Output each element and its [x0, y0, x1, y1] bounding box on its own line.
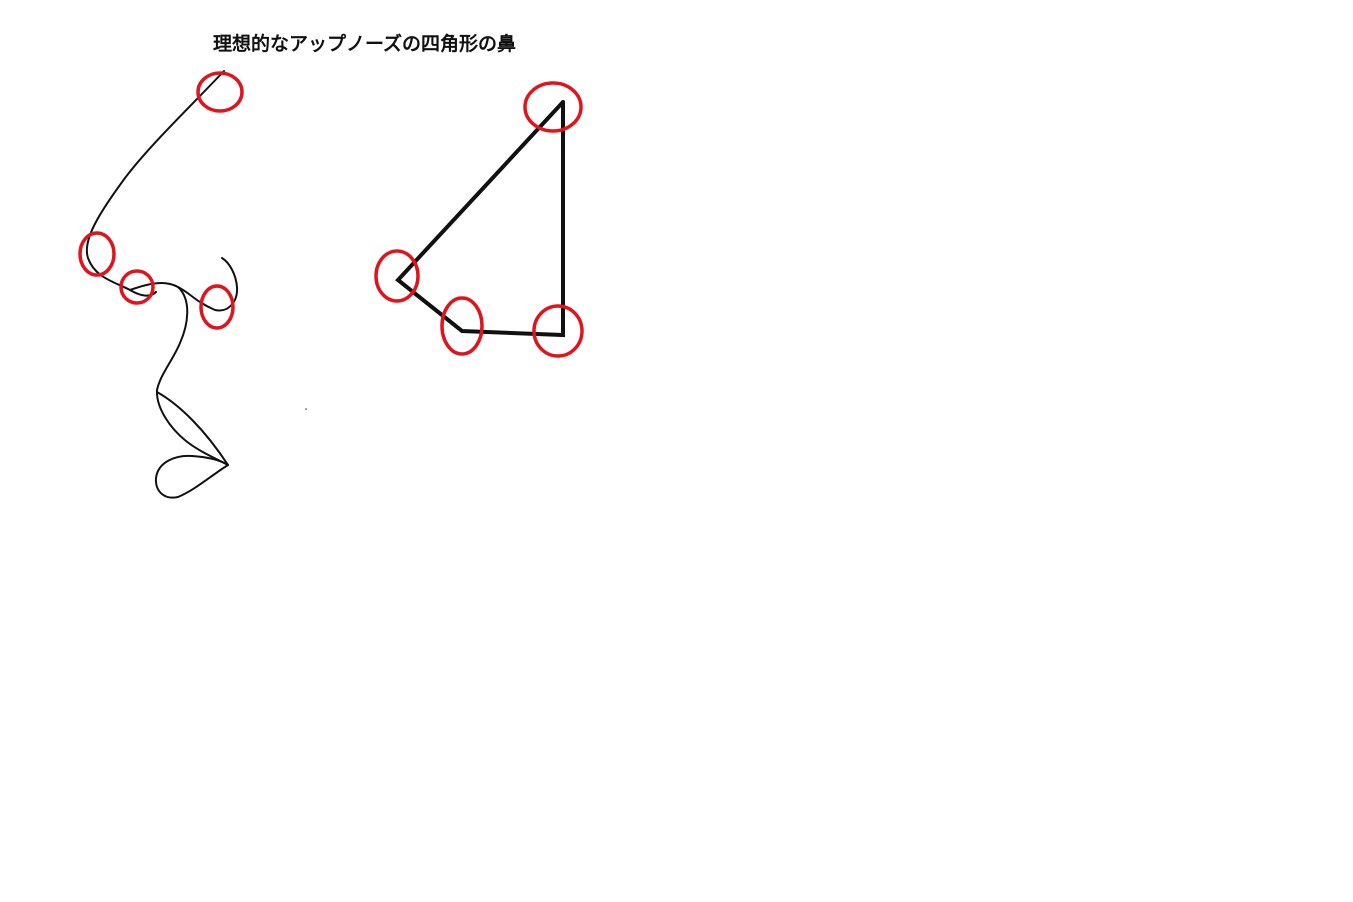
quadrilateral-diagram: [395, 100, 565, 338]
marker-base-corner: [532, 304, 584, 358]
marker-columella-corner: [440, 296, 484, 356]
marker-tip-corner: [374, 249, 420, 303]
chin-curve: [154, 454, 229, 499]
nose-tip-curve: [129, 257, 239, 312]
diagram-canvas: 理想的なアップノーズの四角形の鼻: [0, 0, 1353, 902]
sketch-markers: [78, 71, 244, 330]
stray-dot: [305, 408, 307, 410]
marker-top-corner: [523, 81, 583, 133]
mouth-line: [156, 391, 229, 466]
quadrilateral-outline: [395, 100, 565, 338]
nose-diagram-svg: [78, 70, 584, 499]
nose-profile-sketch: [85, 70, 239, 499]
marker-nose-tip: [78, 231, 116, 277]
lip-line: [155, 286, 229, 466]
quadrilateral-markers: [374, 81, 584, 358]
